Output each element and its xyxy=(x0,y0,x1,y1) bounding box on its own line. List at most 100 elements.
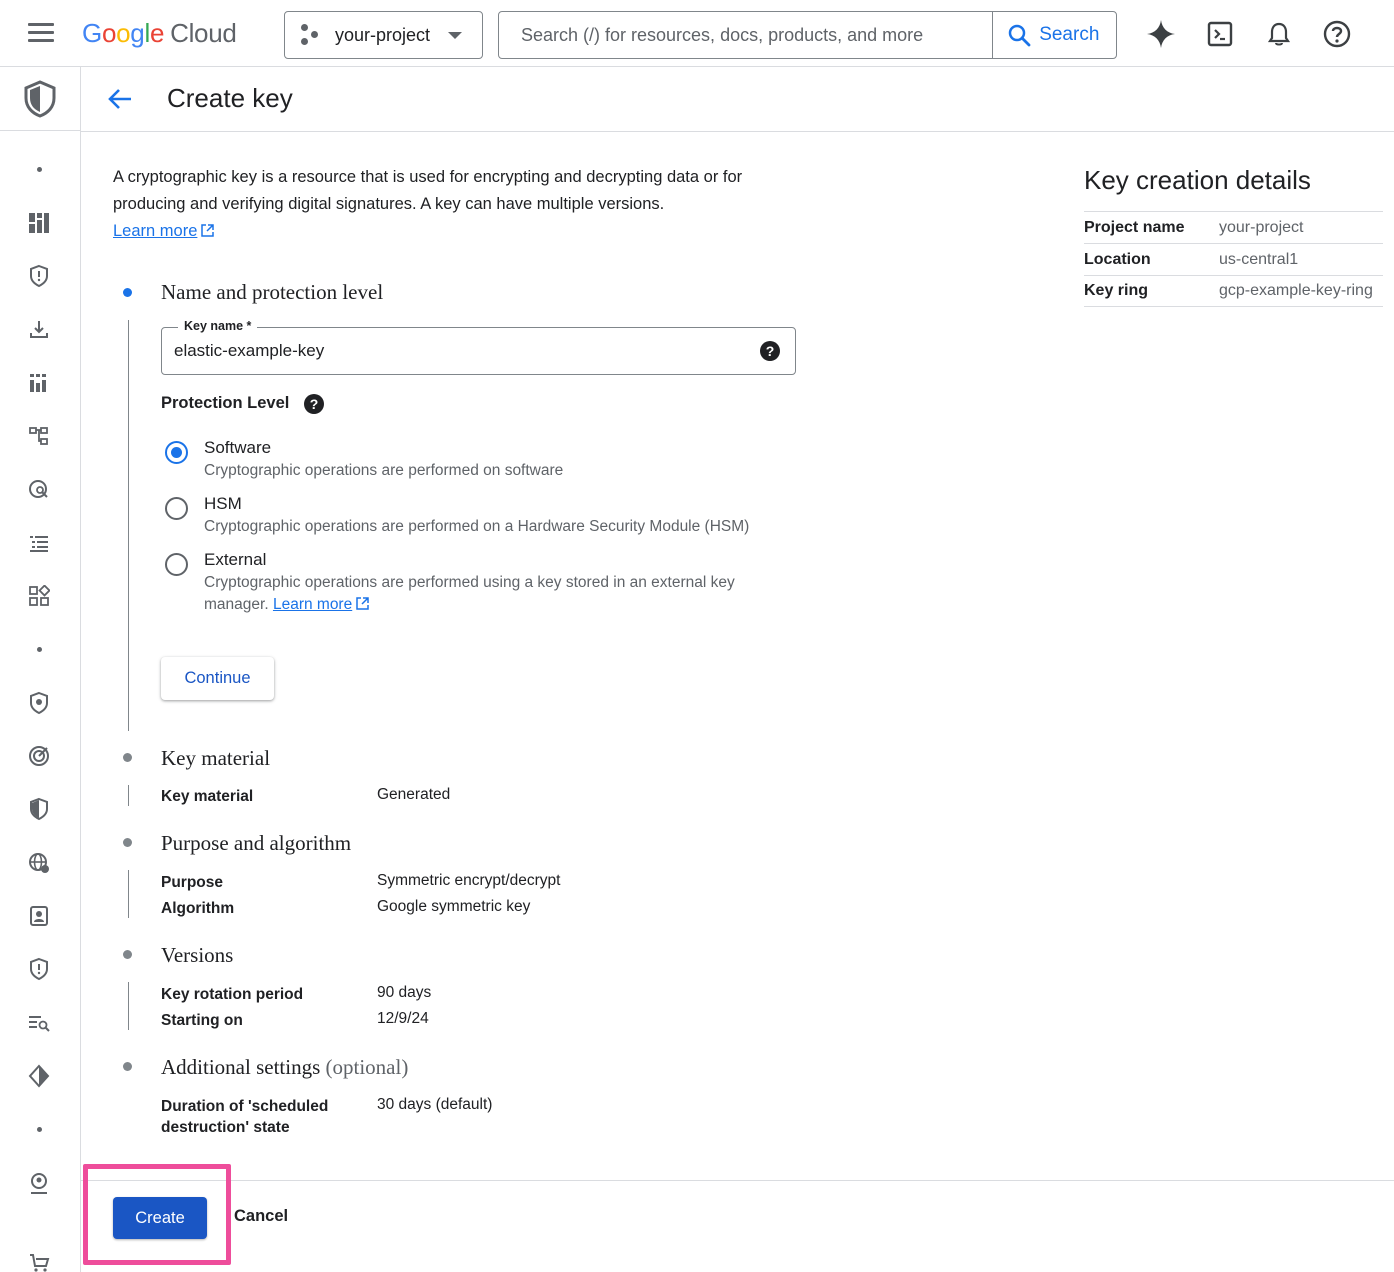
details-value: gcp-example-key-ring xyxy=(1219,282,1373,299)
continue-button[interactable]: Continue xyxy=(161,657,274,700)
page-header: Create key xyxy=(81,67,1394,132)
search-bar: Search xyxy=(498,11,1117,59)
starting-on-label: Starting on xyxy=(161,1012,243,1029)
create-button[interactable]: Create xyxy=(113,1197,207,1239)
step-title-key-material[interactable]: Key material xyxy=(161,746,270,771)
rail-separator xyxy=(37,647,42,652)
rotation-period-label: Key rotation period xyxy=(161,986,304,1003)
project-name: your-project xyxy=(335,24,431,45)
radio-external[interactable] xyxy=(165,553,188,576)
help-icon[interactable] xyxy=(1320,17,1354,51)
search-icon xyxy=(1008,24,1031,47)
purpose-value: Symmetric encrypt/decrypt xyxy=(377,872,561,889)
step-title-name-protection[interactable]: Name and protection level xyxy=(161,280,383,305)
algorithm-label: Algorithm xyxy=(161,900,235,917)
details-value: us-central1 xyxy=(1219,250,1299,268)
gemini-sparkle-icon[interactable] xyxy=(1144,17,1178,51)
external-link-icon xyxy=(201,224,215,237)
footer-divider xyxy=(81,1180,1394,1181)
left-navigation-rail xyxy=(0,67,81,1272)
key-name-input[interactable] xyxy=(174,338,744,364)
search-input[interactable] xyxy=(499,12,993,58)
page-title: Create key xyxy=(167,83,293,113)
protection-level-label: Protection Level xyxy=(161,394,290,412)
key-name-field: Key name * ? xyxy=(161,319,796,375)
google-cloud-logo[interactable]: Google Cloud xyxy=(82,18,237,49)
step-indicator-active xyxy=(123,288,132,297)
radio-hsm[interactable] xyxy=(165,497,188,520)
intro-description: A cryptographic key is a resource that i… xyxy=(113,164,813,245)
badge-icon[interactable] xyxy=(24,901,54,931)
analytics-icon[interactable] xyxy=(24,368,54,398)
rail-separator xyxy=(37,167,42,172)
step-connector xyxy=(128,982,129,1030)
step-connector xyxy=(128,320,129,731)
cancel-button[interactable]: Cancel xyxy=(234,1207,288,1226)
target-icon[interactable] xyxy=(24,741,54,771)
step-connector xyxy=(128,785,129,806)
policy-icon[interactable] xyxy=(24,1061,54,1091)
option-software-title[interactable]: Software xyxy=(204,438,271,458)
external-learn-more-link[interactable]: Learn more xyxy=(273,596,352,613)
details-key: Project name xyxy=(1084,218,1185,236)
starting-on-value: 12/9/24 xyxy=(377,1010,429,1027)
step-indicator xyxy=(123,838,132,847)
back-arrow-icon[interactable] xyxy=(105,84,135,114)
project-hierarchy-icon xyxy=(301,24,323,46)
list-icon[interactable] xyxy=(24,528,54,558)
search-button[interactable]: Search xyxy=(992,12,1116,58)
rotation-period-value: 90 days xyxy=(377,984,432,1001)
step-title-versions[interactable]: Versions xyxy=(161,943,233,968)
search-button-label: Search xyxy=(1039,24,1100,45)
details-value: your-project xyxy=(1219,218,1304,236)
cloud-shell-icon[interactable] xyxy=(1203,17,1237,51)
details-title: Key creation details xyxy=(1084,165,1311,195)
notifications-bell-icon[interactable] xyxy=(1262,17,1296,51)
details-key: Location xyxy=(1084,250,1151,268)
additional-settings-title: Additional settings xyxy=(161,1055,321,1079)
algorithm-value: Google symmetric key xyxy=(377,898,531,915)
project-picker[interactable]: your-project xyxy=(284,11,483,59)
top-bar: Google Cloud your-project Search xyxy=(0,0,1394,67)
marketplace-cart-icon[interactable] xyxy=(24,1248,54,1272)
destruction-duration-label: Duration of 'scheduled destruction' stat… xyxy=(161,1098,329,1136)
shield-icon[interactable] xyxy=(24,688,54,718)
optional-tag: (optional) xyxy=(325,1055,409,1079)
destruction-duration-value: 30 days (default) xyxy=(377,1096,493,1113)
step-title-additional-settings[interactable]: Additional settings (optional) xyxy=(161,1055,408,1080)
key-material-label: Key material xyxy=(161,788,254,805)
shield-warning-icon[interactable] xyxy=(24,954,54,984)
main-menu-icon[interactable] xyxy=(22,20,60,48)
protection-level-help-icon[interactable]: ? xyxy=(304,394,324,414)
key-material-value: Generated xyxy=(377,786,451,803)
option-external-title[interactable]: External xyxy=(204,550,266,570)
step-connector xyxy=(128,870,129,918)
option-hsm-title[interactable]: HSM xyxy=(204,494,242,514)
details-row: Key ring gcp-example-key-ring xyxy=(1084,275,1383,307)
apps-icon[interactable] xyxy=(24,581,54,611)
search-globe-icon[interactable] xyxy=(24,475,54,505)
key-name-label: Key name * xyxy=(178,319,258,333)
details-row: Location us-central1 xyxy=(1084,243,1383,275)
key-name-help-icon[interactable]: ? xyxy=(760,341,780,361)
details-table: Project name your-project Location us-ce… xyxy=(1084,211,1383,307)
learn-more-link[interactable]: Learn more xyxy=(113,222,197,240)
chevron-down-icon xyxy=(448,32,462,39)
radio-software[interactable] xyxy=(165,441,188,464)
globe-security-icon[interactable] xyxy=(24,848,54,878)
dashboard-icon[interactable] xyxy=(24,208,54,238)
option-external-desc: Cryptographic operations are performed u… xyxy=(204,572,784,616)
security-product-icon[interactable] xyxy=(0,67,80,131)
step-indicator xyxy=(123,950,132,959)
option-hsm-desc: Cryptographic operations are performed o… xyxy=(204,518,750,535)
step-title-purpose-algorithm[interactable]: Purpose and algorithm xyxy=(161,831,351,856)
identity-icon[interactable] xyxy=(24,1168,54,1198)
hierarchy-icon[interactable] xyxy=(24,421,54,451)
shield-alert-icon[interactable] xyxy=(24,261,54,291)
shield-half-icon[interactable] xyxy=(24,794,54,824)
download-icon[interactable] xyxy=(24,314,54,344)
rail-separator xyxy=(37,1127,42,1132)
log-search-icon[interactable] xyxy=(24,1008,54,1038)
intro-text: A cryptographic key is a resource that i… xyxy=(113,168,743,213)
details-row: Project name your-project xyxy=(1084,211,1383,243)
